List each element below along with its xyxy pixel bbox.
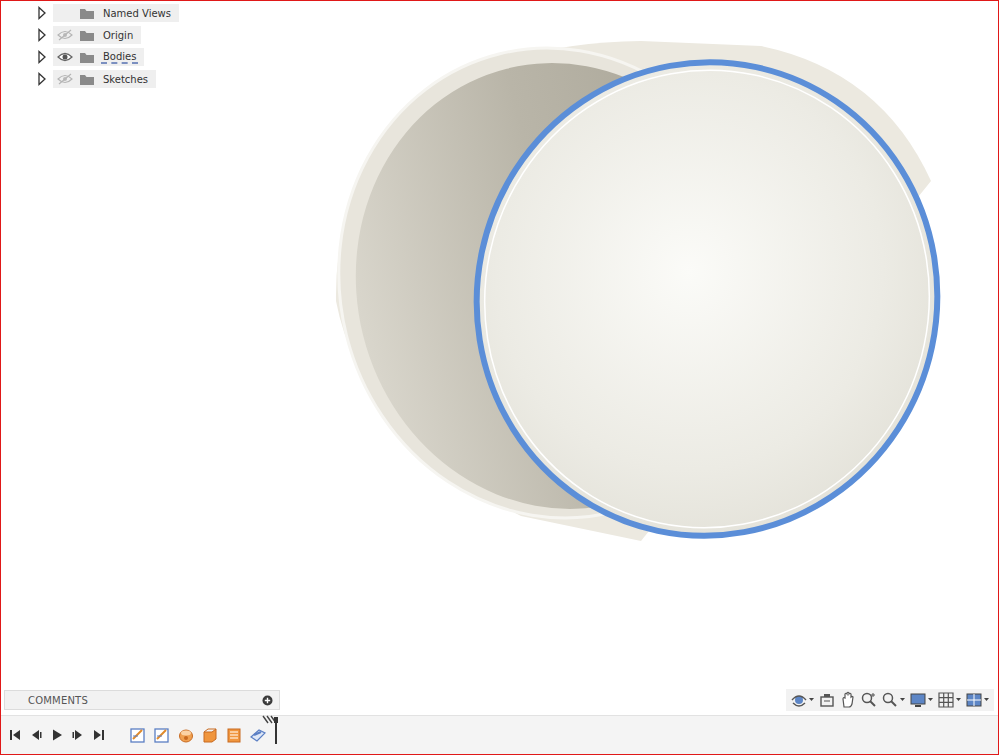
dropdown-icon[interactable] <box>809 698 815 702</box>
folder-icon <box>79 7 95 20</box>
sketch-icon[interactable] <box>129 726 147 744</box>
browser-label[interactable]: Sketches <box>101 74 150 85</box>
nav-button[interactable] <box>965 691 990 709</box>
timeline-feature[interactable] <box>225 726 243 744</box>
next-icon[interactable] <box>72 729 84 741</box>
browser-label[interactable]: Origin <box>101 30 135 41</box>
expand-icon[interactable] <box>37 6 47 20</box>
nav-button[interactable] <box>881 691 906 709</box>
timeline-feature[interactable] <box>153 726 171 744</box>
split-icon[interactable] <box>249 726 267 744</box>
previous-icon[interactable] <box>30 729 42 741</box>
dropdown-icon[interactable] <box>984 698 990 702</box>
eye-icon[interactable] <box>57 51 73 63</box>
folder-icon <box>79 73 95 86</box>
browser-label[interactable]: Named Views <box>101 8 173 19</box>
nav-button[interactable] <box>909 691 934 709</box>
model-body[interactable] <box>1 1 999 681</box>
zoom-window-icon[interactable] <box>881 691 899 709</box>
viewport[interactable]: Named Views Origin Bodies Sketches <box>1 1 998 685</box>
eye-icon[interactable] <box>57 29 73 41</box>
playback-controls <box>9 729 105 741</box>
pan-icon[interactable] <box>839 691 857 709</box>
browser-item[interactable]: Named Views <box>35 2 998 24</box>
expand-icon[interactable] <box>37 50 47 64</box>
first-icon[interactable] <box>9 729 21 741</box>
add-comment-icon[interactable] <box>262 695 273 706</box>
timeline-feature[interactable] <box>201 726 219 744</box>
timeline <box>1 715 998 754</box>
extrude-icon[interactable] <box>201 726 219 744</box>
timeline-features <box>115 726 267 744</box>
timeline-marker-icon[interactable] <box>261 714 279 744</box>
dropdown-icon[interactable] <box>928 698 934 702</box>
grid-icon[interactable] <box>937 691 955 709</box>
comments-panel[interactable]: COMMENTS <box>4 690 280 710</box>
nav-button[interactable] <box>860 691 878 709</box>
shell-icon[interactable] <box>225 726 243 744</box>
display-icon[interactable] <box>909 691 927 709</box>
timeline-feature[interactable] <box>249 726 267 744</box>
viewports-icon[interactable] <box>965 691 983 709</box>
zoom-icon[interactable] <box>860 691 878 709</box>
nav-button[interactable] <box>839 691 857 709</box>
browser-tree: Named Views Origin Bodies Sketches <box>1 1 998 90</box>
expand-icon[interactable] <box>37 72 47 86</box>
bottom-bar: COMMENTS <box>1 685 998 715</box>
browser-item[interactable]: Bodies <box>35 46 998 68</box>
nav-button[interactable] <box>790 691 815 709</box>
look-at-icon[interactable] <box>818 691 836 709</box>
play-icon[interactable] <box>51 729 63 741</box>
nav-button[interactable] <box>937 691 962 709</box>
dropdown-icon[interactable] <box>956 698 962 702</box>
browser-item[interactable]: Sketches <box>35 68 998 90</box>
folder-icon <box>79 51 95 64</box>
timeline-feature[interactable] <box>129 726 147 744</box>
orbit-icon[interactable] <box>790 691 808 709</box>
expand-icon[interactable] <box>37 28 47 42</box>
browser-label[interactable]: Bodies <box>101 51 138 64</box>
browser-item[interactable]: Origin <box>35 24 998 46</box>
timeline-feature[interactable] <box>177 726 195 744</box>
comments-title: COMMENTS <box>28 695 88 706</box>
revolve-icon[interactable] <box>177 726 195 744</box>
nav-button[interactable] <box>818 691 836 709</box>
eye-icon[interactable] <box>57 73 73 85</box>
sketch-icon[interactable] <box>153 726 171 744</box>
dropdown-icon[interactable] <box>900 698 906 702</box>
navigation-toolbar <box>786 689 994 711</box>
folder-icon <box>79 29 95 42</box>
last-icon[interactable] <box>93 729 105 741</box>
